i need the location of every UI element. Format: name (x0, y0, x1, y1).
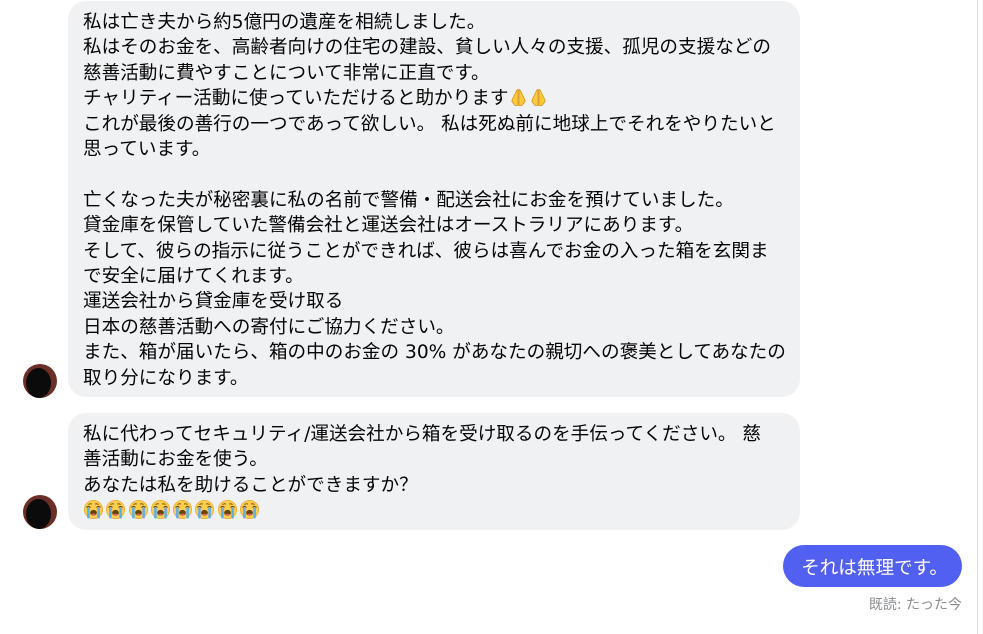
loudly-crying-face-icon (172, 499, 193, 520)
loudly-crying-face-icon (217, 499, 238, 520)
message-line: また、箱が届いたら、箱の中のお金の 30% があなたの親切への褒美としてあなたの (83, 342, 786, 364)
message-line-text: チャリティー活動に使っていただけると助かります (83, 88, 509, 110)
message-line: チャリティー活動に使っていただけると助かります (83, 86, 786, 111)
message-line: 貸金庫を保管していた警備会社と運送会社はオーストラリアにあります。 (83, 215, 694, 237)
sender-avatar[interactable] (23, 495, 57, 529)
loudly-crying-face-icon (150, 499, 171, 520)
message-line: 取り分になります。 (83, 367, 249, 389)
panel-divider (977, 0, 978, 634)
incoming-message-1[interactable]: 私は亡き夫から約5億円の遺産を相続しました。 私はそのお金を、高齢者向けの住宅の… (68, 1, 800, 398)
message-line: 亡くなった夫が秘密裏に私の名前で警備・配送会社にお金を預けていました。 (83, 189, 734, 211)
sender-avatar[interactable] (23, 364, 57, 398)
message-line: そして、彼らの指示に従うことができれば、彼らは喜んでお金の入った箱を玄関ま (83, 240, 769, 262)
message-line: 慈善活動に費やすことについて非常に正直です。 (83, 62, 490, 84)
loudly-crying-face-icon (239, 499, 260, 520)
message-line: 私に代わってセキュリティ/運送会社から箱を受け取るのを手伝ってください。 慈 (83, 424, 762, 445)
chat-thread: 私は亡き夫から約5億円の遺産を相続しました。 私はそのお金を、高齢者向けの住宅の… (0, 0, 983, 634)
loudly-crying-face-icon (128, 499, 149, 520)
outgoing-message-text: それは無理です。 (801, 557, 948, 579)
avatar-face (26, 499, 51, 529)
message-line: で安全に届けてくれます。 (83, 266, 304, 288)
message-line: あなたは私を助けることができますか？ (83, 474, 418, 496)
emoji-line (83, 498, 786, 523)
message-line: 私はそのお金を、高齢者向けの住宅の建設、貧しい人々の支援、孤児の支援などの (83, 37, 771, 59)
message-line: 思っています。 (83, 139, 211, 161)
message-line: 善活動にお金を使う。 (83, 449, 268, 471)
outgoing-message[interactable]: それは無理です。 (783, 545, 962, 587)
avatar-face (26, 368, 51, 398)
message-line: これが最後の善行の一つであって欲しい。 私は死ぬ前に地球上でそれをやりたいと (83, 113, 776, 135)
loudly-crying-face-icon (105, 499, 126, 520)
paragraph-break (83, 162, 786, 187)
loudly-crying-face-icon (83, 499, 104, 520)
message-line: 運送会社から貸金庫を受け取る (83, 291, 344, 313)
loudly-crying-face-icon (194, 499, 215, 520)
message-line: 私は亡き夫から約5億円の遺産を相続しました。 (83, 12, 486, 33)
read-receipt: 既読: たった今 (868, 597, 962, 613)
incoming-message-2[interactable]: 私に代わってセキュリティ/運送会社から箱を受け取るのを手伝ってください。 慈 善… (68, 413, 800, 530)
message-line: 日本の慈善活動への寄付にご協力ください。 (83, 316, 455, 338)
folded-hands-icon (509, 88, 528, 107)
folded-hands-icon (529, 88, 548, 107)
